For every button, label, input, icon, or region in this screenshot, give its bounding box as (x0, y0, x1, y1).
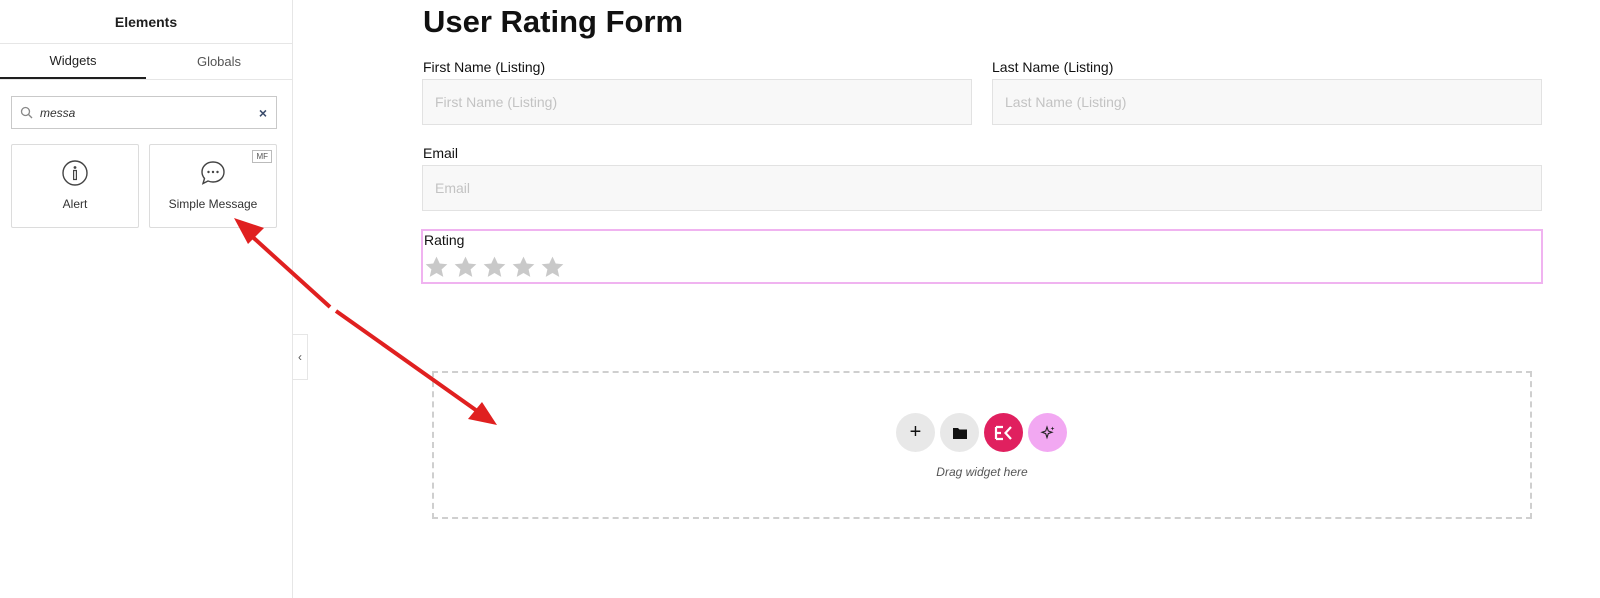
widget-simple-message[interactable]: MF Simple Message (149, 144, 277, 228)
sparkle-icon (1039, 424, 1054, 439)
panel-title: Elements (0, 0, 292, 44)
tab-widgets[interactable]: Widgets (0, 44, 146, 79)
info-icon (61, 159, 89, 187)
star-icon[interactable] (424, 255, 449, 280)
elementskit-logo-icon (994, 425, 1012, 440)
star-icon[interactable] (540, 255, 565, 280)
ai-assistant-button[interactable] (1028, 413, 1067, 452)
widget-alert[interactable]: Alert (11, 144, 139, 228)
email-input[interactable]: Email (422, 165, 1542, 211)
search-icon (12, 106, 40, 119)
widget-label: Alert (62, 197, 88, 211)
add-section-button[interactable]: + (896, 413, 935, 452)
star-icon[interactable] (511, 255, 536, 280)
collapse-panel-button[interactable]: ‹ (293, 334, 308, 380)
first-name-label: First Name (Listing) (423, 59, 546, 75)
mf-badge: MF (252, 150, 272, 163)
drop-zone-hint: Drag widget here (936, 465, 1028, 479)
star-rating (424, 255, 565, 280)
clear-search-button[interactable]: × (250, 97, 276, 128)
widget-search: × (11, 96, 277, 129)
last-name-label: Last Name (Listing) (992, 59, 1114, 75)
form-title: User Rating Form (423, 4, 684, 39)
first-name-input[interactable]: First Name (Listing) (422, 79, 972, 125)
tab-globals[interactable]: Globals (146, 44, 292, 79)
widget-label: Simple Message (168, 197, 258, 211)
panel-tabs: Widgets Globals (0, 44, 292, 80)
elementskit-button[interactable] (984, 413, 1023, 452)
folder-icon (952, 427, 967, 439)
editor-window: Elements Widgets Globals × Alert MF Simp… (0, 0, 1600, 598)
email-label: Email (423, 145, 459, 161)
chat-bubble-icon (199, 159, 227, 187)
drop-zone-actions: + (896, 413, 1067, 452)
widget-drop-zone[interactable]: + Drag widget here (432, 371, 1532, 519)
search-input[interactable] (40, 97, 250, 128)
rating-label: Rating (424, 232, 465, 248)
elements-panel: Elements Widgets Globals × Alert MF Simp… (0, 0, 293, 598)
star-icon[interactable] (482, 255, 507, 280)
rating-field[interactable]: Rating (421, 229, 1543, 284)
template-library-button[interactable] (940, 413, 979, 452)
last-name-input[interactable]: Last Name (Listing) (992, 79, 1542, 125)
star-icon[interactable] (453, 255, 478, 280)
